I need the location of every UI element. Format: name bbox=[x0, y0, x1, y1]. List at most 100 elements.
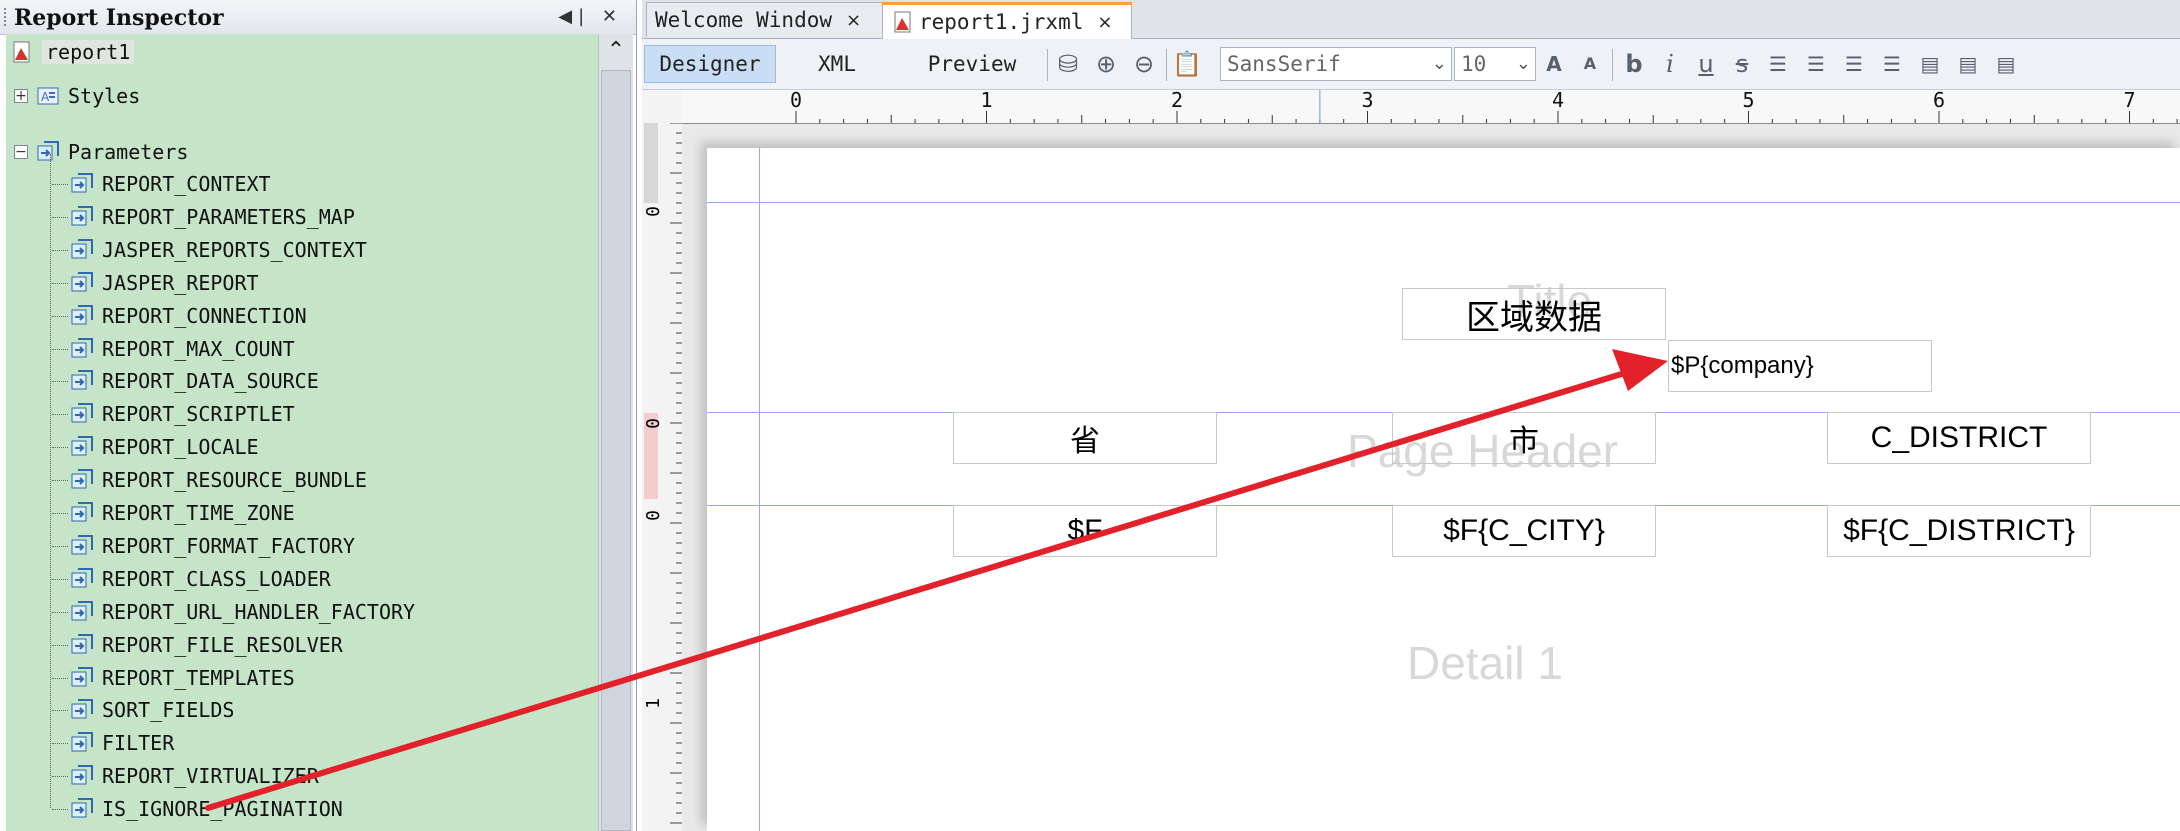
tree-node-label: REPORT_VIRTUALIZER bbox=[102, 764, 319, 788]
tree-node-parameter[interactable]: FILTER bbox=[70, 727, 174, 759]
tree-node-parameter[interactable]: REPORT_CONNECTION bbox=[70, 300, 307, 332]
company-parameter-field[interactable]: $P{company} bbox=[1668, 340, 1932, 392]
view-preview-button[interactable]: Preview bbox=[912, 45, 1032, 83]
chevron-down-icon: ⌄ bbox=[1431, 53, 1447, 74]
tree-node-parameter[interactable]: REPORT_MAX_COUNT bbox=[70, 333, 295, 365]
tree-node-label: IS_IGNORE_PAGINATION bbox=[102, 797, 343, 821]
ruler-number: 1 bbox=[642, 698, 664, 709]
scroll-thumb[interactable] bbox=[601, 70, 631, 831]
align-left-icon[interactable]: ☰ bbox=[1764, 50, 1792, 78]
detail-province-field[interactable]: $F bbox=[953, 505, 1217, 557]
drag-grip-icon[interactable] bbox=[4, 8, 10, 26]
tree-node-parameter[interactable]: REPORT_TEMPLATES bbox=[70, 662, 295, 694]
parameter-icon bbox=[70, 205, 94, 229]
tree-node-parameter[interactable]: SORT_FIELDS bbox=[70, 694, 234, 726]
database-icon[interactable]: ⛁ bbox=[1054, 50, 1082, 78]
inspector-scrollbar[interactable]: ⌃ bbox=[598, 34, 633, 831]
tree-node-parameter[interactable]: REPORT_PARAMETERS_MAP bbox=[70, 201, 355, 233]
report-editor: Welcome Window × report1.jrxml × Designe… bbox=[642, 0, 2180, 831]
align-top-icon[interactable]: ▤ bbox=[1916, 50, 1944, 78]
font-family-select[interactable]: SansSerif ⌄ bbox=[1220, 47, 1452, 81]
zoom-out-icon[interactable]: ⊖ bbox=[1130, 50, 1158, 78]
tree-node-label: report1 bbox=[42, 40, 135, 64]
strikethrough-icon[interactable]: s bbox=[1728, 50, 1756, 78]
chevron-down-icon: ⌄ bbox=[1515, 53, 1531, 74]
align-right-icon[interactable]: ☰ bbox=[1878, 50, 1906, 78]
underline-icon[interactable]: u bbox=[1692, 50, 1720, 78]
bold-icon[interactable]: b bbox=[1620, 50, 1648, 78]
ruler-number: 5 bbox=[1742, 90, 1755, 112]
tree-node-report1[interactable]: report1 bbox=[10, 36, 135, 68]
align-bottom-icon[interactable]: ▤ bbox=[1992, 50, 2020, 78]
tree-node-parameter[interactable]: REPORT_LOCALE bbox=[70, 431, 259, 463]
tree-node-parameter[interactable]: REPORT_RESOURCE_BUNDLE bbox=[70, 464, 367, 496]
decrease-font-icon[interactable]: A bbox=[1576, 50, 1604, 78]
header-district-text[interactable]: C_DISTRICT bbox=[1827, 412, 2091, 464]
tree-node-label: JASPER_REPORT bbox=[102, 271, 259, 295]
inspector-titlebar: Report Inspector ◀| ✕ bbox=[0, 0, 636, 35]
tree-node-parameter[interactable]: REPORT_CONTEXT bbox=[70, 168, 271, 200]
header-province-text[interactable]: 省 bbox=[953, 412, 1217, 464]
tree-node-parameter[interactable]: REPORT_DATA_SOURCE bbox=[70, 365, 319, 397]
detail-district-field[interactable]: $F{C_DISTRICT} bbox=[1827, 505, 2091, 557]
tree-node-label: REPORT_TEMPLATES bbox=[102, 666, 295, 690]
tree-node-label: REPORT_FORMAT_FACTORY bbox=[102, 534, 355, 558]
view-designer-button[interactable]: Designer bbox=[644, 45, 776, 83]
header-city-text[interactable]: 市 bbox=[1392, 412, 1656, 464]
tree-node-label: Parameters bbox=[68, 140, 189, 164]
tree-node-parameter[interactable]: JASPER_REPORT bbox=[70, 267, 259, 299]
tree-node-label: REPORT_CONTEXT bbox=[102, 172, 271, 196]
tree-node-label: REPORT_URL_HANDLER_FACTORY bbox=[102, 600, 416, 624]
ruler-number: 0 bbox=[642, 206, 664, 217]
parameter-icon bbox=[70, 304, 94, 328]
detail-city-field[interactable]: $F{C_CITY} bbox=[1392, 505, 1656, 557]
parameter-icon bbox=[70, 633, 94, 657]
scroll-up-icon[interactable]: ⌃ bbox=[599, 34, 633, 68]
ruler-number: 6 bbox=[1933, 90, 1946, 112]
tab-report1-jrxml[interactable]: report1.jrxml × bbox=[882, 2, 1132, 39]
tree-node-parameter[interactable]: IS_IGNORE_PAGINATION bbox=[70, 793, 343, 825]
tree-node-label: Styles bbox=[68, 84, 141, 108]
italic-icon[interactable]: i bbox=[1656, 50, 1684, 78]
paste-icon[interactable]: 📋 bbox=[1172, 50, 1202, 78]
parameter-icon bbox=[70, 567, 94, 591]
tree-node-parameter[interactable]: JASPER_REPORTS_CONTEXT bbox=[70, 234, 367, 266]
view-xml-button[interactable]: XML bbox=[792, 45, 882, 83]
align-center-icon[interactable]: ☰ bbox=[1840, 50, 1868, 78]
zoom-in-icon[interactable]: ⊕ bbox=[1092, 50, 1120, 78]
tree-node-label: FILTER bbox=[102, 731, 175, 755]
tree-node-parameter[interactable]: REPORT_CLASS_LOADER bbox=[70, 563, 331, 595]
tree-node-parameter[interactable]: REPORT_FILE_RESOLVER bbox=[70, 629, 343, 661]
window-buttons[interactable]: ◀| ✕ bbox=[558, 6, 623, 27]
expand-styles-icon[interactable]: + bbox=[14, 89, 28, 103]
tree-node-parameters[interactable]: Parameters bbox=[36, 136, 188, 168]
tree-node-label: REPORT_CONNECTION bbox=[102, 304, 307, 328]
close-icon[interactable]: × bbox=[846, 10, 861, 31]
tree-node-label: JASPER_REPORTS_CONTEXT bbox=[102, 238, 367, 262]
increase-font-icon[interactable]: A bbox=[1540, 50, 1568, 78]
ruler-number: 3 bbox=[1361, 90, 1374, 112]
tree-node-parameter[interactable]: company bbox=[70, 826, 186, 831]
close-icon[interactable]: × bbox=[1097, 12, 1112, 33]
report-inspector-panel: Report Inspector ◀| ✕ report1 + A Styles… bbox=[0, 0, 637, 831]
tree-node-parameter[interactable]: REPORT_VIRTUALIZER bbox=[70, 760, 319, 792]
report-file-icon bbox=[10, 40, 34, 64]
tree-node-styles[interactable]: A Styles bbox=[36, 80, 140, 112]
tree-node-parameter[interactable]: REPORT_FORMAT_FACTORY bbox=[70, 530, 355, 562]
parameter-icon bbox=[70, 172, 94, 196]
tree-node-label: REPORT_TIME_ZONE bbox=[102, 501, 295, 525]
tab-welcome-window[interactable]: Welcome Window × bbox=[646, 2, 891, 37]
styles-icon: A bbox=[36, 84, 60, 108]
title-static-text[interactable]: 区域数据 bbox=[1402, 288, 1666, 340]
report-file-icon bbox=[891, 10, 915, 34]
ruler-number: 4 bbox=[1552, 90, 1565, 112]
tree-node-parameter[interactable]: REPORT_URL_HANDLER_FACTORY bbox=[70, 596, 415, 628]
font-size-select[interactable]: 10 ⌄ bbox=[1454, 47, 1536, 81]
align-middle-icon[interactable]: ▤ bbox=[1954, 50, 1982, 78]
align-justify-icon[interactable]: ☰ bbox=[1802, 50, 1830, 78]
report-page: Title Page Header Detail 1 区域数据 $P{compa… bbox=[707, 148, 2180, 831]
parameter-icon bbox=[70, 369, 94, 393]
tree-node-parameter[interactable]: REPORT_SCRIPTLET bbox=[70, 398, 295, 430]
collapse-parameters-icon[interactable]: − bbox=[14, 145, 28, 159]
tree-node-parameter[interactable]: REPORT_TIME_ZONE bbox=[70, 497, 295, 529]
